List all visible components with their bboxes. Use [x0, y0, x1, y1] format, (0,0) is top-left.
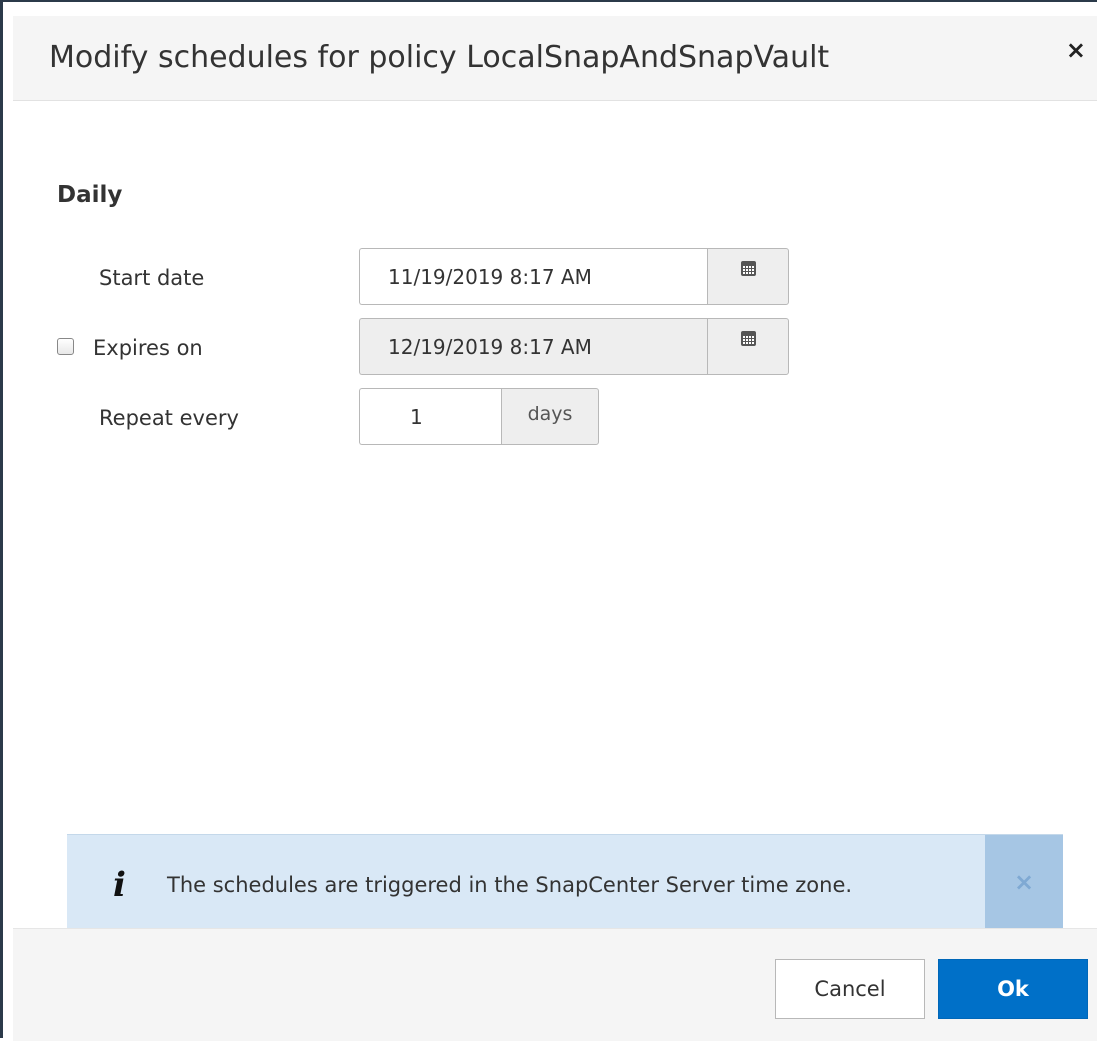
- calendar-icon: [740, 331, 756, 346]
- close-icon[interactable]: ×: [1066, 36, 1086, 64]
- section-title-daily: Daily: [57, 182, 123, 208]
- repeat-every-input[interactable]: 1: [359, 388, 501, 445]
- start-date-input[interactable]: 11/19/2019 8:17 AM: [359, 248, 707, 305]
- expires-on-picker: 12/19/2019 8:17 AM: [359, 318, 789, 375]
- info-close-glyph: ×: [1013, 868, 1035, 896]
- calendar-icon: [740, 261, 756, 276]
- cancel-button[interactable]: Cancel: [775, 959, 925, 1019]
- repeat-every-label: Repeat every: [99, 406, 239, 430]
- info-icon: i: [113, 865, 126, 905]
- start-date-picker: 11/19/2019 8:17 AM: [359, 248, 789, 305]
- dialog-header: Modify schedules for policy LocalSnapAnd…: [13, 16, 1097, 101]
- repeat-every-group: 1 days: [359, 388, 599, 445]
- start-date-label: Start date: [99, 266, 205, 290]
- dialog-title: Modify schedules for policy LocalSnapAnd…: [49, 40, 830, 75]
- repeat-unit-addon: days: [501, 388, 599, 445]
- expires-on-label: Expires on: [93, 336, 203, 360]
- info-close-icon[interactable]: ×: [985, 835, 1063, 929]
- dialog-footer: Cancel Ok: [13, 928, 1097, 1041]
- expires-on-calendar-button[interactable]: [707, 318, 789, 375]
- expires-on-checkbox[interactable]: [57, 338, 74, 355]
- ok-button[interactable]: Ok: [938, 959, 1088, 1019]
- modify-schedules-dialog: Modify schedules for policy LocalSnapAnd…: [0, 0, 1097, 1041]
- start-date-calendar-button[interactable]: [707, 248, 789, 305]
- info-banner: i The schedules are triggered in the Sna…: [67, 834, 1063, 929]
- info-message: The schedules are triggered in the SnapC…: [167, 873, 853, 897]
- expires-on-input[interactable]: 12/19/2019 8:17 AM: [359, 318, 707, 375]
